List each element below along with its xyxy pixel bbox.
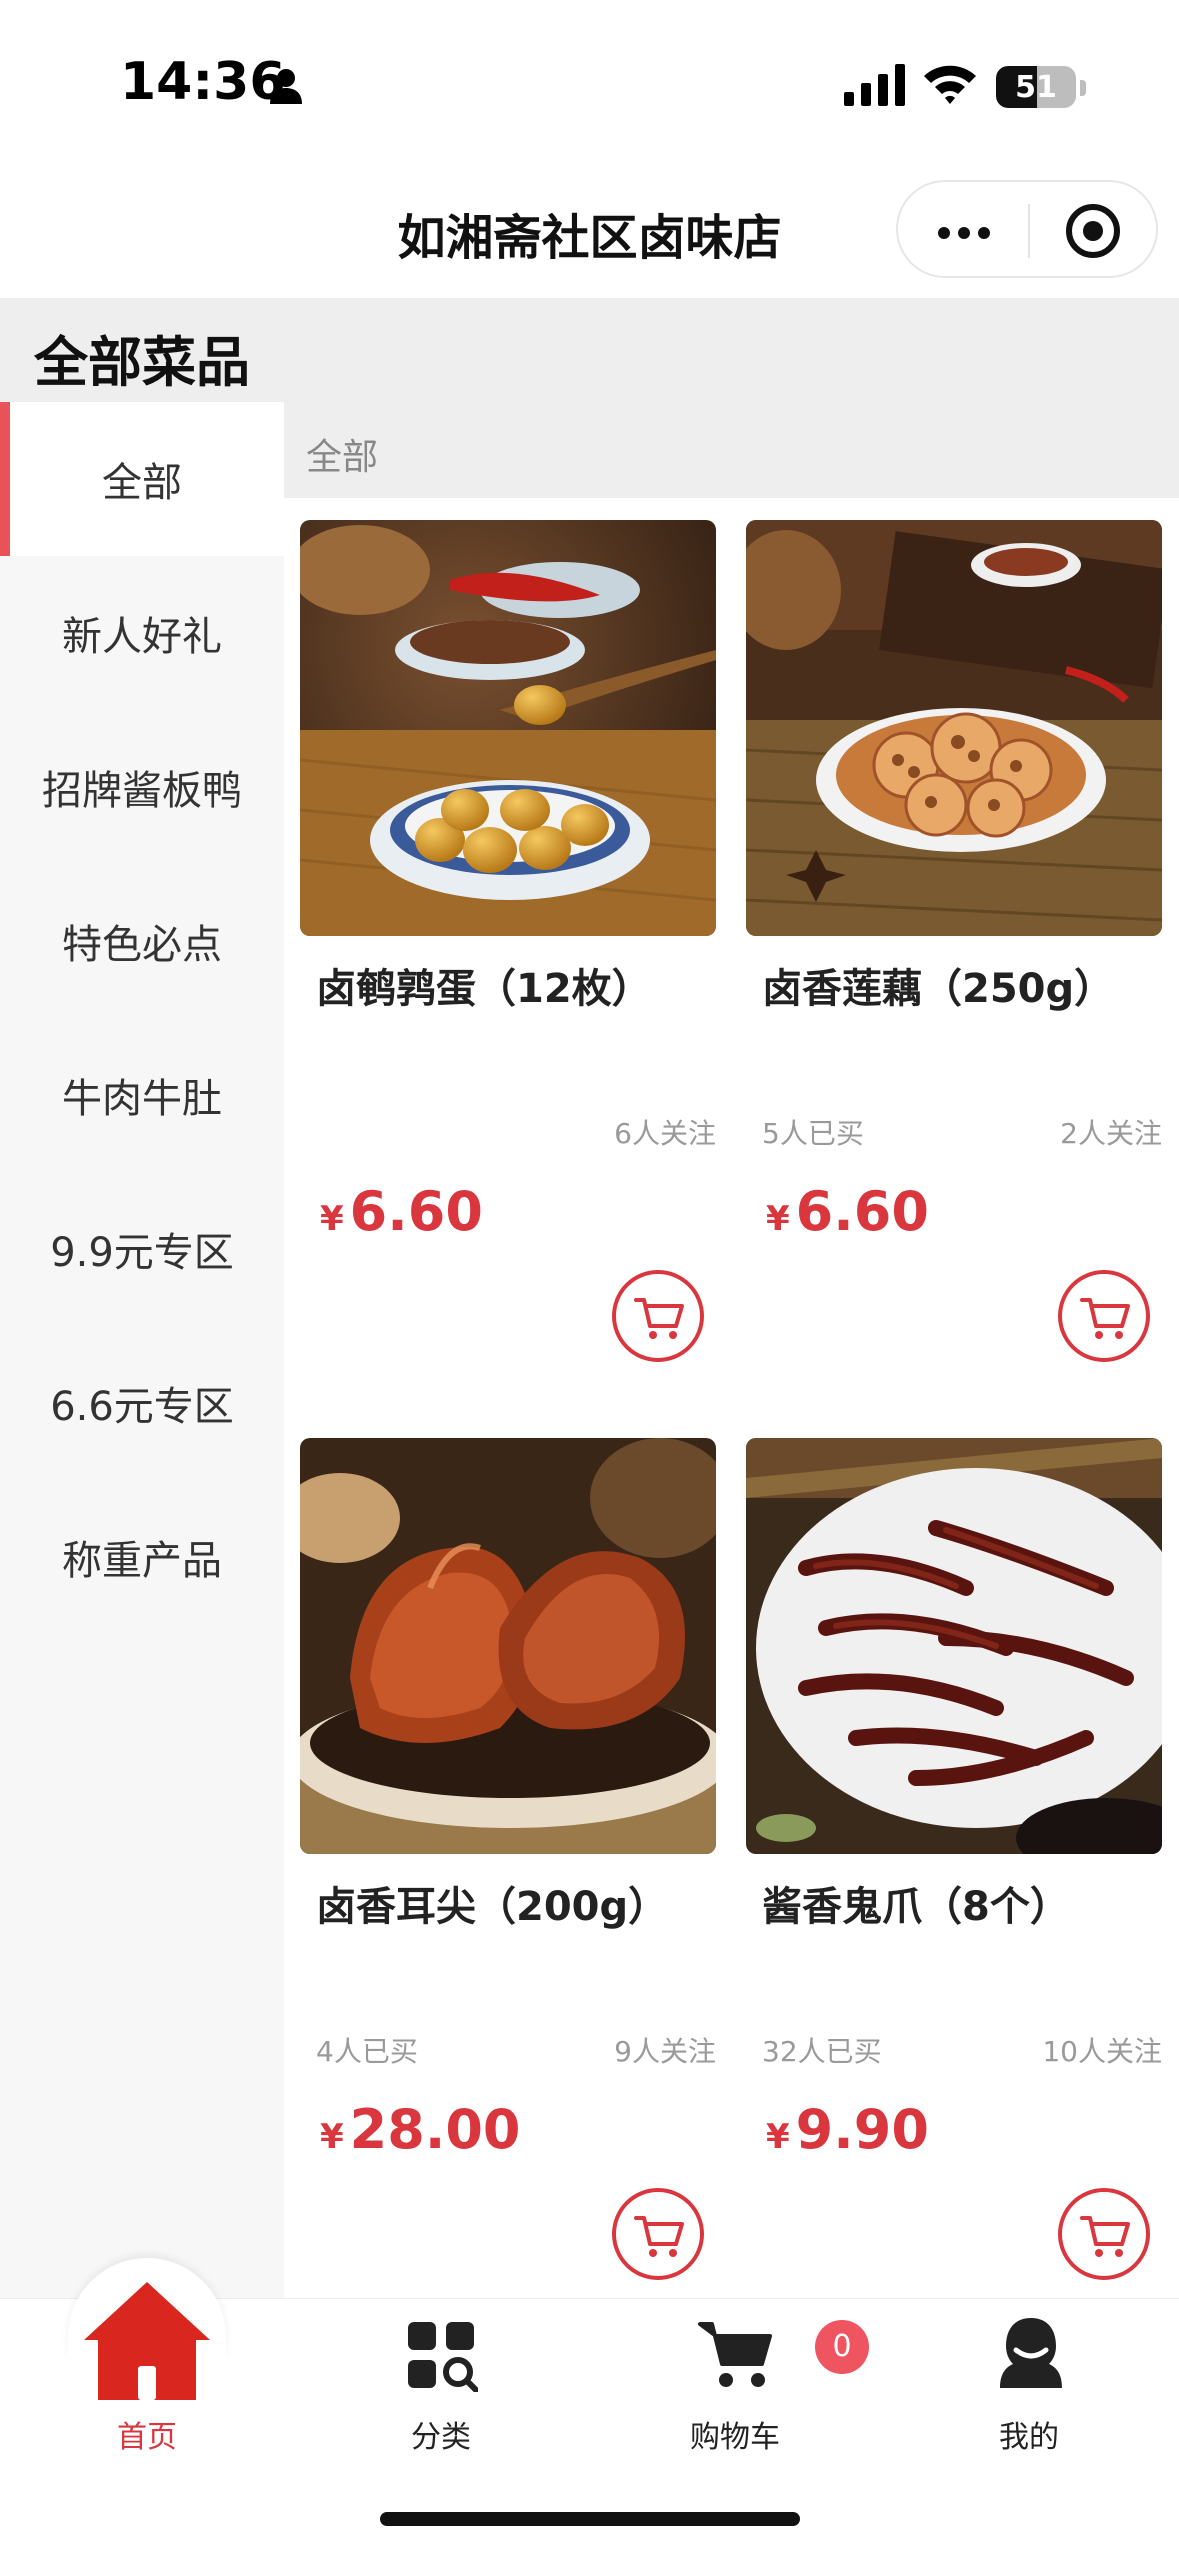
sidebar-item-9-9-zone[interactable]: 9.9元专区: [0, 1172, 284, 1326]
profile-icon: [1000, 2318, 1062, 2388]
sidebar-item-label: 牛肉牛肚: [62, 1076, 222, 1122]
tab-label: 首页: [117, 2420, 177, 2455]
sidebar-item-new-user-gift[interactable]: 新人好礼: [0, 556, 284, 710]
category-icon: [408, 2322, 478, 2392]
close-miniprogram-icon[interactable]: [1066, 204, 1120, 258]
price-value: 6.60: [795, 1180, 929, 1243]
cart-icon: [1080, 1298, 1130, 1339]
product-bought-count: 4人已买: [316, 2035, 418, 2068]
add-to-cart-button[interactable]: [612, 1270, 704, 1362]
category-label: 全部: [306, 437, 379, 478]
duck-claw-image[interactable]: [746, 1438, 1162, 1854]
sidebar-item-label: 特色必点: [62, 922, 222, 968]
product-follow-count: 2人关注: [1060, 1117, 1162, 1150]
battery-text: 51: [1015, 70, 1057, 105]
section-title: 全部菜品: [34, 331, 250, 394]
miniprogram-capsule: [896, 180, 1158, 278]
category-header: 全部: [284, 402, 1179, 498]
pork-ear-image[interactable]: [300, 1438, 716, 1854]
cart-icon: [634, 1298, 684, 1339]
cart-icon: [634, 2216, 684, 2257]
sidebar-item-label: 招牌酱板鸭: [42, 768, 242, 814]
add-to-cart-button[interactable]: [1058, 1270, 1150, 1362]
tab-home[interactable]: 首页: [0, 2282, 294, 2468]
currency-symbol: ¥: [320, 1199, 344, 1239]
tab-label: 购物车: [690, 2420, 780, 2455]
product-price: ¥9.90: [766, 2098, 929, 2161]
currency-symbol: ¥: [766, 1199, 790, 1239]
cart-count-badge: 0: [815, 2320, 869, 2374]
tab-category[interactable]: 分类: [294, 2298, 588, 2468]
product-card[interactable]: 酱香鬼爪（8个） 32人已买 10人关注 ¥9.90: [746, 1438, 1162, 2298]
product-price: ¥6.60: [320, 1180, 483, 1243]
product-name: 卤香莲藕（250g）: [762, 966, 1115, 1012]
home-icon: [84, 2282, 210, 2400]
product-card[interactable]: 卤香耳尖（200g） 4人已买 9人关注 ¥28.00: [300, 1438, 716, 2298]
sidebar-item-label: 9.9元专区: [50, 1230, 234, 1276]
sidebar-item-specialties[interactable]: 特色必点: [0, 864, 284, 1018]
add-to-cart-button[interactable]: [1058, 2188, 1150, 2280]
product-card[interactable]: 卤香莲藕（250g） 5人已买 2人关注 ¥6.60: [746, 520, 1162, 1420]
sidebar-item-6-6-zone[interactable]: 6.6元专区: [0, 1326, 284, 1480]
product-name: 酱香鬼爪（8个）: [762, 1884, 1070, 1930]
product-price: ¥28.00: [320, 2098, 520, 2161]
cart-icon: [698, 2322, 772, 2387]
tab-profile[interactable]: 我的: [882, 2298, 1176, 2468]
sidebar-item-label: 6.6元专区: [50, 1384, 234, 1430]
product-follow-count: 9人关注: [614, 2035, 716, 2068]
add-to-cart-button[interactable]: [612, 2188, 704, 2280]
product-price: ¥6.60: [766, 1180, 929, 1243]
battery-indicator: 51: [996, 66, 1076, 108]
sidebar-item-all[interactable]: 全部: [0, 402, 284, 556]
currency-symbol: ¥: [320, 2117, 344, 2157]
tab-label: 分类: [411, 2420, 471, 2455]
cart-icon: [1080, 2216, 1130, 2257]
tab-label: 我的: [999, 2420, 1059, 2455]
more-icon[interactable]: [936, 206, 996, 256]
capsule-divider: [1028, 204, 1030, 258]
status-bar: 14:36 51: [0, 0, 1179, 170]
product-bought-count: 5人已买: [762, 1117, 864, 1150]
signal-icon: [844, 64, 905, 106]
sidebar-item-weighed[interactable]: 称重产品: [0, 1480, 284, 1634]
wifi-icon: [924, 65, 976, 104]
price-value: 6.60: [349, 1180, 483, 1243]
home-indicator: [380, 2512, 800, 2526]
price-value: 28.00: [349, 2098, 521, 2161]
product-follow-count: 6人关注: [614, 1117, 716, 1150]
quail-eggs-image[interactable]: [300, 520, 716, 936]
product-name: 卤鹌鹑蛋（12枚）: [316, 966, 652, 1012]
person-icon: [270, 69, 302, 104]
product-card[interactable]: 卤鹌鹑蛋（12枚） 6人关注 ¥6.60: [300, 520, 716, 1420]
currency-symbol: ¥: [766, 2117, 790, 2157]
sidebar-item-label: 称重产品: [62, 1538, 222, 1584]
product-name: 卤香耳尖（200g）: [316, 1884, 669, 1930]
battery-tip: [1080, 80, 1086, 96]
lotus-root-image[interactable]: [746, 520, 1162, 936]
product-bought-count: 32人已买: [762, 2035, 882, 2068]
sidebar-item-beef-tripe[interactable]: 牛肉牛肚: [0, 1018, 284, 1172]
nav-bar: 如湘斋社区卤味店: [0, 170, 1179, 296]
sidebar-item-signature-duck[interactable]: 招牌酱板鸭: [0, 710, 284, 864]
product-follow-count: 10人关注: [1042, 2035, 1162, 2068]
price-value: 9.90: [795, 2098, 929, 2161]
active-indicator: [0, 402, 10, 556]
status-time: 14:36: [120, 52, 286, 112]
category-sidebar: 全部 新人好礼 招牌酱板鸭 特色必点 牛肉牛肚 9.9元专区 6.6元专区 称重…: [0, 402, 284, 2298]
sidebar-item-label: 新人好礼: [62, 614, 222, 660]
sidebar-item-label: 全部: [102, 460, 182, 506]
product-list: 全部 卤鹌鹑蛋（12枚） 6人关注 ¥ 6.60 卤香莲藕（250g） 5人已买…: [284, 402, 1179, 2298]
section-header: 全部菜品: [0, 298, 1179, 402]
